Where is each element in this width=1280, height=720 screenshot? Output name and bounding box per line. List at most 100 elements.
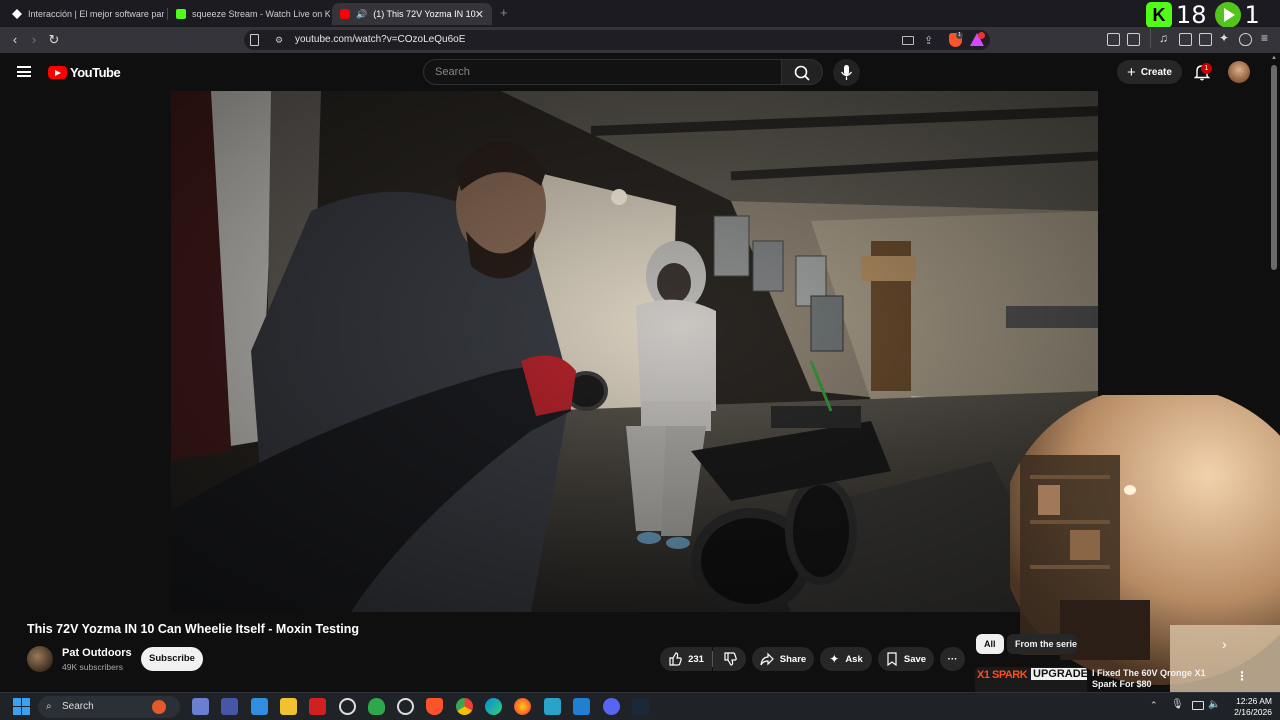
search-box	[423, 59, 782, 85]
share-label: Share	[779, 653, 807, 665]
voice-search-button[interactable]	[833, 59, 860, 86]
tools-app-icon[interactable]	[192, 698, 209, 715]
create-label: Create	[1140, 66, 1172, 78]
chip-from-series[interactable]: From the series	[1007, 634, 1077, 654]
network-icon[interactable]	[1192, 701, 1204, 710]
speaker-icon[interactable]: 🔊	[356, 9, 367, 20]
subscriber-count: 49K subscribers	[62, 662, 123, 672]
kick-viewer-count: 18	[1176, 1, 1207, 29]
save-button[interactable]: Save	[878, 647, 934, 671]
hamburger-menu-icon[interactable]	[17, 66, 31, 77]
thumb-text-right: UPGRADES	[1031, 668, 1087, 680]
brave-browser-icon[interactable]	[426, 698, 443, 715]
sync-app-icon[interactable]	[397, 698, 414, 715]
create-button[interactable]: + Create	[1117, 60, 1182, 84]
clock-app-icon[interactable]	[339, 698, 356, 715]
search-highlight-icon	[152, 700, 166, 714]
chips-next-arrow-icon[interactable]: ›	[1222, 636, 1227, 652]
remote-app-icon[interactable]	[251, 698, 268, 715]
save-label: Save	[903, 653, 927, 665]
youtube-logo[interactable]: YouTube	[48, 65, 121, 80]
chip-all[interactable]: All	[976, 634, 1004, 654]
edge-icon[interactable]	[485, 698, 502, 715]
mic-tray-icon[interactable]: 🎙	[1171, 699, 1184, 710]
tab-search-icon[interactable]	[1199, 33, 1212, 46]
vscode-icon[interactable]	[573, 698, 590, 715]
browser-toolbar: ‹ › ↻ ⚙ youtube.com/watch?v=COzoLeQu6oE …	[0, 27, 1280, 53]
share-page-icon[interactable]: ⇪	[924, 34, 933, 47]
scroll-up-icon[interactable]: ▲	[1271, 55, 1277, 61]
taskbar-clock[interactable]: 12:26 AM 2/16/2026	[1224, 696, 1272, 718]
browser-tab-interaccion[interactable]: Interacción | El mejor software para p	[4, 3, 164, 25]
discord-icon[interactable]	[603, 698, 620, 715]
subscribe-button[interactable]: Subscribe	[141, 647, 203, 671]
cast-icon[interactable]	[902, 36, 914, 45]
scrollbar-thumb[interactable]	[1271, 65, 1277, 270]
url-text[interactable]: youtube.com/watch?v=COzoLeQu6oE	[295, 34, 465, 45]
video-title: This 72V Yozma IN 10 Can Wheelie Itself …	[27, 622, 360, 636]
like-count: 231	[688, 653, 704, 665]
site-settings-icon[interactable]: ⚙	[275, 35, 283, 46]
sidebar-toggle-icon[interactable]	[1179, 33, 1192, 46]
vpn-shield-icon[interactable]	[1239, 33, 1252, 46]
recommended-thumbnail[interactable]: X1 SPARK UPGRADES	[975, 667, 1087, 692]
share-button[interactable]: Share	[752, 647, 814, 671]
media-control-icon[interactable]: ♫	[1159, 31, 1168, 45]
more-actions-button[interactable]: ···	[940, 647, 965, 671]
new-tab-button[interactable]: +	[500, 5, 508, 20]
video-player[interactable]	[171, 91, 1098, 612]
youtube-wordmark: YouTube	[70, 65, 121, 80]
rewards-badge	[978, 32, 985, 39]
thumb-text-left: X1 SPARK	[977, 669, 1028, 681]
tray-overflow-icon[interactable]: ⌃	[1150, 700, 1158, 711]
back-arrow-icon[interactable]: ‹	[7, 32, 23, 48]
shield-count: 1	[956, 32, 963, 39]
close-tab-icon[interactable]: ✕	[475, 8, 484, 21]
search-icon: ⌕	[46, 701, 52, 712]
taskbar-search-label: Search	[62, 701, 94, 712]
browser-tab-strip: Interacción | El mejor software para p s…	[0, 0, 1280, 29]
firefox-icon[interactable]	[514, 698, 531, 715]
plus-icon: +	[1127, 63, 1136, 81]
media-app-icon[interactable]	[544, 698, 561, 715]
channel-avatar[interactable]	[27, 646, 53, 672]
rec-more-options-icon[interactable]: ⋮	[1236, 669, 1248, 683]
browser-menu-icon[interactable]: ≡	[1261, 31, 1268, 45]
vpn-app-icon[interactable]	[368, 698, 385, 715]
tab-title: Interacción | El mejor software para p	[28, 9, 164, 19]
tab-title: (1) This 72V Yozma IN 10 Can	[373, 9, 479, 19]
channel-name[interactable]: Pat Outdoors	[62, 647, 132, 659]
search-input[interactable]	[435, 66, 765, 78]
search-button[interactable]	[781, 59, 823, 85]
bookmark-icon[interactable]	[250, 34, 259, 46]
kick-favicon-icon	[176, 9, 186, 19]
search-icon	[794, 65, 810, 81]
clock-date: 2/16/2026	[1234, 707, 1272, 717]
windows-start-icon[interactable]	[13, 698, 30, 715]
tab-title: squeeze Stream - Watch Live on Kick	[192, 9, 330, 19]
ask-button[interactable]: ✦ Ask	[820, 647, 872, 671]
browser-tab-kick[interactable]: squeeze Stream - Watch Live on Kick	[168, 3, 330, 25]
leo-ai-icon[interactable]: ✦	[1219, 31, 1229, 45]
save-bookmark-icon	[887, 652, 897, 666]
steam-icon[interactable]	[632, 698, 649, 715]
address-bar[interactable]: ⚙ youtube.com/watch?v=COzoLeQu6oE ⇪ 1	[244, 30, 990, 50]
file-explorer-icon[interactable]	[280, 698, 297, 715]
browser-tab-youtube[interactable]: 🔊 (1) This 72V Yozma IN 10 Can ✕	[332, 3, 492, 25]
thumbs-up-icon	[669, 652, 682, 666]
forward-arrow-icon[interactable]: ›	[26, 32, 42, 48]
chrome-icon[interactable]	[456, 698, 473, 715]
recommended-video-title[interactable]: I Fixed The 60V Qronge X1 Spark For $80	[1092, 668, 1222, 690]
like-button[interactable]: 231	[660, 647, 712, 671]
workspace-app-icon[interactable]	[221, 698, 238, 715]
wallet-icon[interactable]	[1127, 33, 1140, 46]
clock-time: 12:26 AM	[1236, 696, 1272, 706]
app-red-icon[interactable]	[309, 698, 326, 715]
taskbar-search[interactable]: ⌕ Search	[38, 696, 180, 718]
dislike-button[interactable]	[713, 647, 746, 671]
thumbs-down-icon	[723, 652, 737, 666]
reload-icon[interactable]: ↻	[46, 32, 62, 48]
volume-icon[interactable]: 🔈	[1208, 699, 1220, 710]
user-avatar[interactable]	[1228, 61, 1250, 83]
extensions-icon[interactable]	[1107, 33, 1120, 46]
